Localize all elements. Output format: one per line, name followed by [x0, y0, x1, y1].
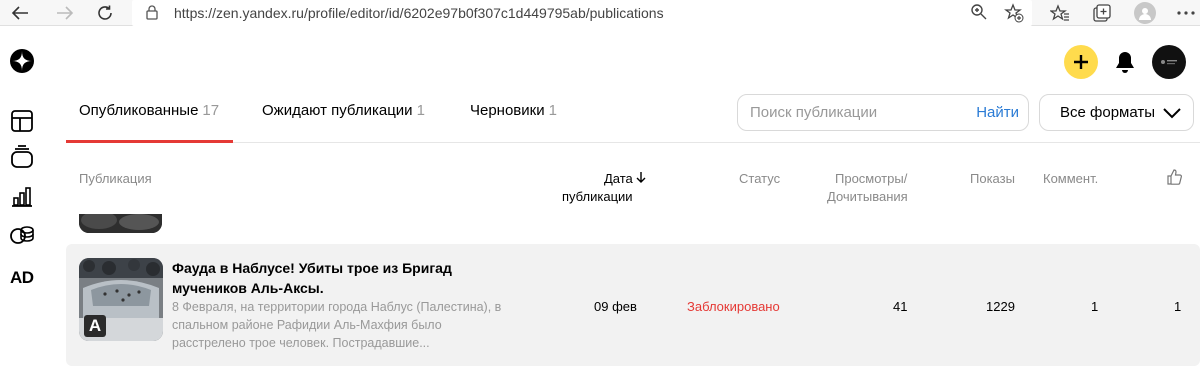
formats-label: Все форматы	[1060, 104, 1156, 121]
header-views-line2: Дочитывания	[827, 189, 908, 204]
tabs-divider	[66, 142, 1200, 143]
previous-row-thumbnail[interactable]	[79, 214, 162, 233]
header-comments: Коммент.	[1043, 171, 1099, 186]
tab-pending[interactable]: Ожидают публикации 1	[262, 102, 425, 119]
publication-date: 09 фев	[594, 299, 637, 314]
header-views: Просмотры/	[835, 171, 908, 186]
header-date[interactable]: Дата	[604, 170, 646, 188]
publication-description: 8 Февраля, на территории города Наблус (…	[172, 300, 502, 350]
search-input[interactable]	[750, 104, 970, 121]
browser-toolbar: https://zen.yandex.ru/profile/editor/id/…	[0, 0, 1200, 26]
address-bar[interactable]: https://zen.yandex.ru/profile/editor/id/…	[132, 0, 1032, 26]
zen-logo-icon[interactable]	[9, 48, 35, 74]
impressions-value: 1229	[986, 299, 1015, 314]
sort-arrow-icon	[636, 171, 646, 186]
bell-icon[interactable]	[1114, 50, 1136, 79]
header-date-label: Дата	[604, 171, 633, 186]
favorites-icon[interactable]	[1050, 3, 1070, 23]
lock-icon	[146, 5, 158, 25]
formats-dropdown[interactable]: Все форматы	[1039, 94, 1194, 131]
ad-icon[interactable]: AD	[10, 268, 34, 288]
like-icon	[1167, 169, 1182, 190]
forward-icon[interactable]	[54, 2, 76, 24]
views-value: 41	[893, 299, 908, 314]
url-text: https://zen.yandex.ru/profile/editor/id/…	[174, 5, 664, 21]
channel-logo-icon	[1161, 60, 1177, 65]
monetization-icon[interactable]	[9, 222, 35, 248]
table-row[interactable]: A Фауда в Наблусе! Убиты трое из Бригад …	[66, 244, 1200, 366]
tab-count: 17	[202, 102, 220, 119]
tab-label: Опубликованные	[79, 102, 199, 119]
tab-label: Ожидают публикации	[262, 102, 413, 119]
avatar[interactable]	[1152, 45, 1186, 79]
publication-thumbnail[interactable]: A	[79, 258, 163, 341]
tab-drafts[interactable]: Черновики 1	[470, 102, 557, 119]
create-button[interactable]	[1064, 45, 1098, 79]
header-impressions: Показы	[970, 171, 1015, 186]
tab-count: 1	[548, 102, 557, 119]
header-date-line2: публикации	[562, 189, 633, 204]
search-box: Найти	[737, 94, 1029, 131]
dashboard-icon[interactable]	[9, 108, 35, 134]
plus-icon	[1074, 55, 1088, 69]
reload-icon[interactable]	[94, 2, 116, 24]
zoom-icon[interactable]	[970, 3, 988, 26]
status-badge: Заблокировано	[687, 299, 780, 314]
active-tab-indicator	[66, 140, 233, 143]
publication-title[interactable]: Фауда в Наблусе! Убиты трое из Бригад му…	[172, 258, 492, 298]
publications-icon[interactable]	[9, 144, 35, 170]
chevron-down-icon	[1163, 106, 1181, 124]
back-icon[interactable]	[9, 2, 31, 24]
collections-icon[interactable]	[1092, 3, 1112, 23]
comments-value: 1	[1091, 299, 1099, 314]
article-type-badge: A	[84, 315, 106, 337]
header-status: Статус	[739, 171, 781, 186]
profile-icon[interactable]	[1134, 2, 1156, 24]
search-button[interactable]: Найти	[976, 104, 1019, 121]
statistics-icon[interactable]	[9, 184, 35, 210]
add-favorite-icon[interactable]	[1004, 3, 1024, 28]
tab-published[interactable]: Опубликованные 17	[79, 102, 219, 119]
likes-value: 1	[1174, 299, 1182, 314]
more-icon[interactable]	[1176, 3, 1196, 23]
tab-label: Черновики	[470, 102, 545, 119]
header-publication: Публикация	[79, 171, 152, 186]
tab-count: 1	[416, 102, 425, 119]
